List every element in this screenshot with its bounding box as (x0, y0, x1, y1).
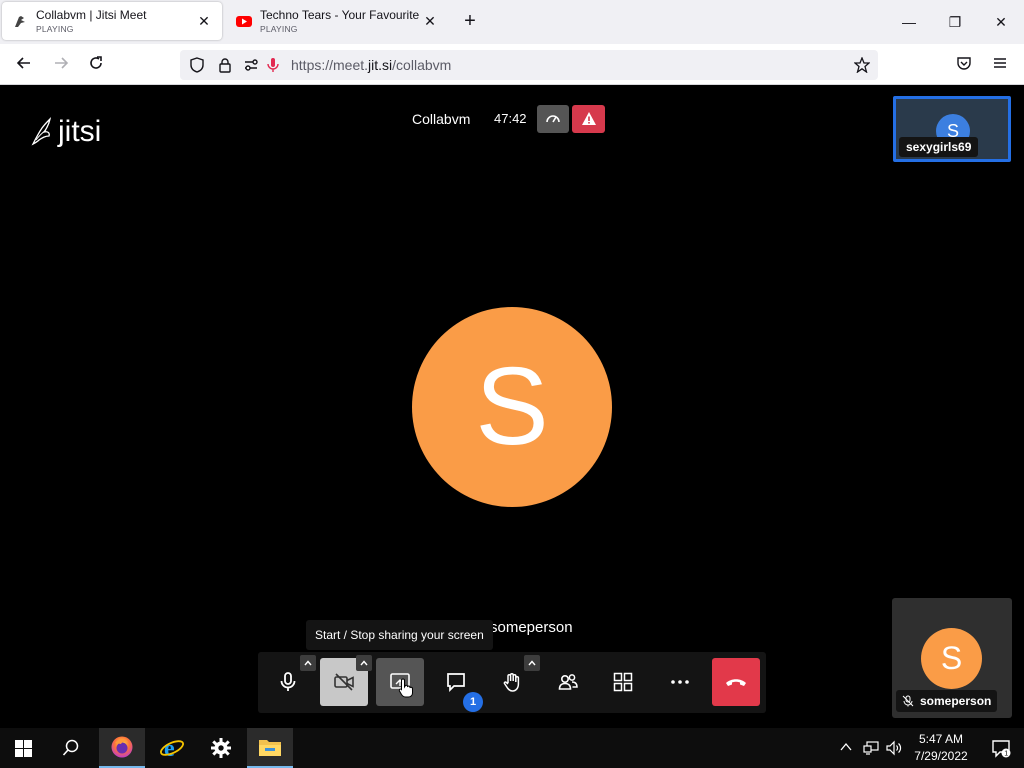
gear-icon (211, 738, 231, 758)
remote-participant-thumbnail[interactable]: S sexygirls69 (893, 96, 1011, 162)
taskbar-file-explorer[interactable] (247, 728, 293, 768)
url-bar[interactable]: https://meet.jit.si/collabvm (180, 50, 878, 80)
warning-icon (581, 112, 596, 125)
chat-unread-badge: 1 (463, 692, 483, 712)
taskbar-firefox[interactable] (99, 728, 145, 768)
camera-off-icon (334, 673, 354, 691)
reload-icon (90, 56, 102, 69)
reload-button[interactable] (82, 51, 110, 79)
participants-icon (558, 674, 578, 690)
raise-hand-icon (503, 673, 520, 692)
tab-playing-label: PLAYING (260, 24, 298, 34)
dominant-speaker-avatar: S (412, 307, 612, 507)
lock-icon[interactable] (217, 57, 233, 73)
svg-text:e: e (164, 736, 175, 761)
minimize-button[interactable]: — (886, 8, 932, 36)
chat-icon (447, 673, 465, 693)
dominant-speaker-name: someperson (490, 619, 573, 636)
jitsi-logo-icon (31, 117, 52, 146)
microphone-active-icon[interactable] (265, 57, 281, 73)
meeting-stage: jitsi Collabvm 47:42 S someperson Start … (0, 85, 1024, 728)
microphone-icon (280, 672, 296, 691)
jitsi-logo[interactable]: jitsi (30, 115, 101, 149)
chevron-up-icon (304, 660, 312, 666)
url-text: https://meet.jit.si/collabvm (291, 57, 452, 73)
local-participant-name: someperson (920, 694, 992, 708)
tab-playing-label: PLAYING (36, 24, 74, 34)
clock-time: 5:47 AM (918, 732, 964, 746)
back-button[interactable] (10, 51, 38, 79)
participants-button[interactable] (544, 658, 592, 706)
meeting-toolbar: 1 (258, 652, 766, 713)
forward-button[interactable] (47, 51, 75, 79)
chevron-up-icon (528, 660, 536, 666)
local-name-tag: someperson (896, 690, 998, 712)
local-participant-thumbnail[interactable]: S someperson (892, 598, 1012, 718)
logo-text: jitsi (58, 115, 102, 148)
back-arrow-icon (16, 57, 30, 69)
taskbar-clock[interactable]: 5:47 AM 7/29/2022 (905, 731, 977, 765)
clock-date: 7/29/2022 (914, 749, 968, 763)
more-actions-button[interactable] (656, 658, 704, 706)
action-center-button[interactable]: 1 (978, 728, 1024, 768)
new-tab-button[interactable]: + (458, 10, 482, 34)
search-icon (62, 739, 79, 756)
tab-title: Techno Tears - Your Favourite N (260, 8, 422, 22)
forward-arrow-icon (55, 57, 69, 69)
meeting-timer: 47:42 (494, 111, 527, 126)
hangup-phone-icon (726, 679, 746, 686)
close-window-button[interactable]: ✕ (978, 8, 1024, 36)
taskbar-settings[interactable] (198, 728, 244, 768)
hangup-button[interactable] (712, 658, 760, 706)
audio-options-caret[interactable] (300, 655, 316, 671)
more-dots-icon (671, 680, 689, 684)
bookmark-star-icon[interactable] (854, 57, 870, 73)
tile-view-icon (613, 672, 633, 692)
pocket-button[interactable] (950, 51, 978, 79)
close-tab-icon[interactable]: ✕ (196, 13, 212, 29)
network-icon[interactable] (863, 740, 879, 756)
navigation-bar: https://meet.jit.si/collabvm (0, 44, 1024, 85)
show-hidden-icons-icon[interactable] (840, 741, 852, 753)
meeting-subject: Collabvm (412, 111, 471, 127)
video-options-caret[interactable] (356, 655, 372, 671)
maximize-button[interactable]: ❐ (932, 8, 978, 36)
chevron-up-icon (360, 660, 368, 666)
search-button[interactable] (48, 728, 94, 768)
menu-button[interactable] (986, 51, 1014, 79)
windows-taskbar: e 5:47 AM 7/29/2022 1 (0, 728, 1024, 768)
folder-icon (259, 740, 281, 756)
tracking-shield-icon[interactable] (189, 57, 205, 73)
tile-view-button[interactable] (599, 658, 647, 706)
pocket-icon (957, 57, 971, 70)
browser-tab-bar: Collabvm | Jitsi Meet PLAYING ✕ Techno T… (0, 0, 1024, 44)
permissions-icon[interactable] (243, 57, 259, 73)
local-avatar: S (921, 628, 982, 689)
svg-text:1: 1 (1004, 751, 1008, 758)
connection-indicator[interactable] (537, 105, 569, 133)
hamburger-menu-icon (994, 58, 1006, 68)
firefox-icon (111, 736, 133, 758)
tab-jitsi[interactable]: Collabvm | Jitsi Meet PLAYING ✕ (2, 2, 222, 40)
volume-icon[interactable] (886, 740, 902, 756)
remote-participant-name: sexygirls69 (899, 137, 979, 157)
cursor-hand-icon (398, 678, 413, 698)
screen-share-button[interactable] (376, 658, 424, 706)
start-button[interactable] (0, 728, 46, 768)
windows-logo-icon (14, 739, 32, 757)
internet-explorer-icon: e (160, 736, 184, 761)
gauge-icon (546, 115, 560, 123)
jitsi-favicon-icon (15, 16, 25, 27)
taskbar-internet-explorer[interactable]: e (149, 728, 195, 768)
tab-title: Collabvm | Jitsi Meet (36, 8, 147, 22)
muted-mic-icon (902, 695, 914, 707)
notification-icon: 1 (992, 740, 1011, 758)
warning-indicator[interactable] (572, 105, 605, 133)
youtube-favicon-icon (236, 16, 252, 27)
reactions-caret[interactable] (524, 655, 540, 671)
screen-share-tooltip: Start / Stop sharing your screen (306, 620, 493, 650)
tab-youtube[interactable]: Techno Tears - Your Favourite N PLAYING … (226, 2, 448, 40)
close-tab-icon[interactable]: ✕ (422, 13, 438, 29)
